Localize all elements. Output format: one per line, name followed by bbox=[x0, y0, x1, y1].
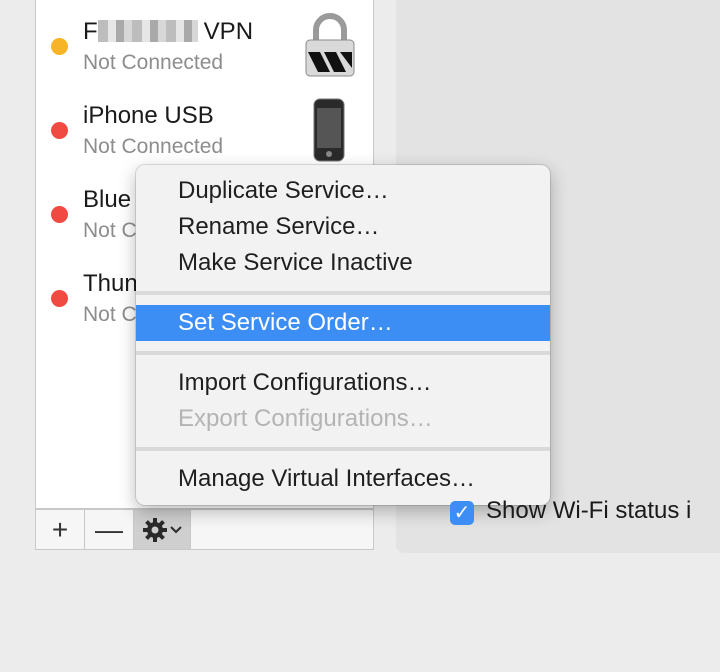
menu-item-make-service-inactive[interactable]: Make Service Inactive bbox=[136, 245, 550, 281]
menu-item-rename-service[interactable]: Rename Service… bbox=[136, 209, 550, 245]
status-dot-red bbox=[51, 290, 68, 307]
service-status: Not Connected bbox=[83, 135, 224, 158]
menu-separator bbox=[136, 291, 550, 295]
service-status: Not C bbox=[83, 303, 137, 326]
service-list-toolbar: + — bbox=[35, 509, 374, 550]
context-menu: Duplicate Service… Rename Service… Make … bbox=[136, 165, 550, 505]
menu-separator bbox=[136, 447, 550, 451]
remove-service-button[interactable]: — bbox=[85, 510, 134, 549]
service-name: Blue bbox=[83, 186, 132, 213]
menu-item-export-configurations: Export Configurations… bbox=[178, 405, 433, 432]
wifi-status-label: Show Wi-Fi status i bbox=[486, 497, 692, 524]
menu-separator bbox=[136, 351, 550, 355]
lock-icon bbox=[305, 13, 355, 77]
service-name: F VPN bbox=[83, 18, 254, 45]
service-name: Thun bbox=[83, 270, 138, 297]
add-service-button[interactable]: + bbox=[36, 510, 85, 549]
gear-icon bbox=[143, 517, 167, 542]
service-status: Not C bbox=[83, 219, 137, 242]
service-item-iphone-usb[interactable]: iPhone USB Not Connected bbox=[36, 84, 373, 168]
menu-item-manage-virtual-interfaces[interactable]: Manage Virtual Interfaces… bbox=[136, 461, 550, 497]
menu-item-import-configurations[interactable]: Import Configurations… bbox=[136, 365, 550, 401]
status-dot-yellow bbox=[51, 38, 68, 55]
status-dot-red bbox=[51, 122, 68, 139]
service-item-vpn[interactable]: F VPN Not Connected bbox=[36, 0, 373, 84]
service-status: Not Connected bbox=[83, 51, 224, 74]
wifi-status-checkbox[interactable]: ✓ bbox=[450, 501, 474, 525]
menu-item-set-service-order[interactable]: Set Service Order… bbox=[136, 305, 550, 341]
action-menu-button[interactable] bbox=[134, 510, 191, 549]
menu-item-duplicate-service[interactable]: Duplicate Service… bbox=[136, 173, 550, 209]
iphone-icon bbox=[313, 98, 345, 162]
service-name: iPhone USB bbox=[83, 102, 214, 129]
redacted-text bbox=[97, 20, 198, 42]
status-dot-red bbox=[51, 206, 68, 223]
chevron-down-icon bbox=[170, 525, 182, 533]
